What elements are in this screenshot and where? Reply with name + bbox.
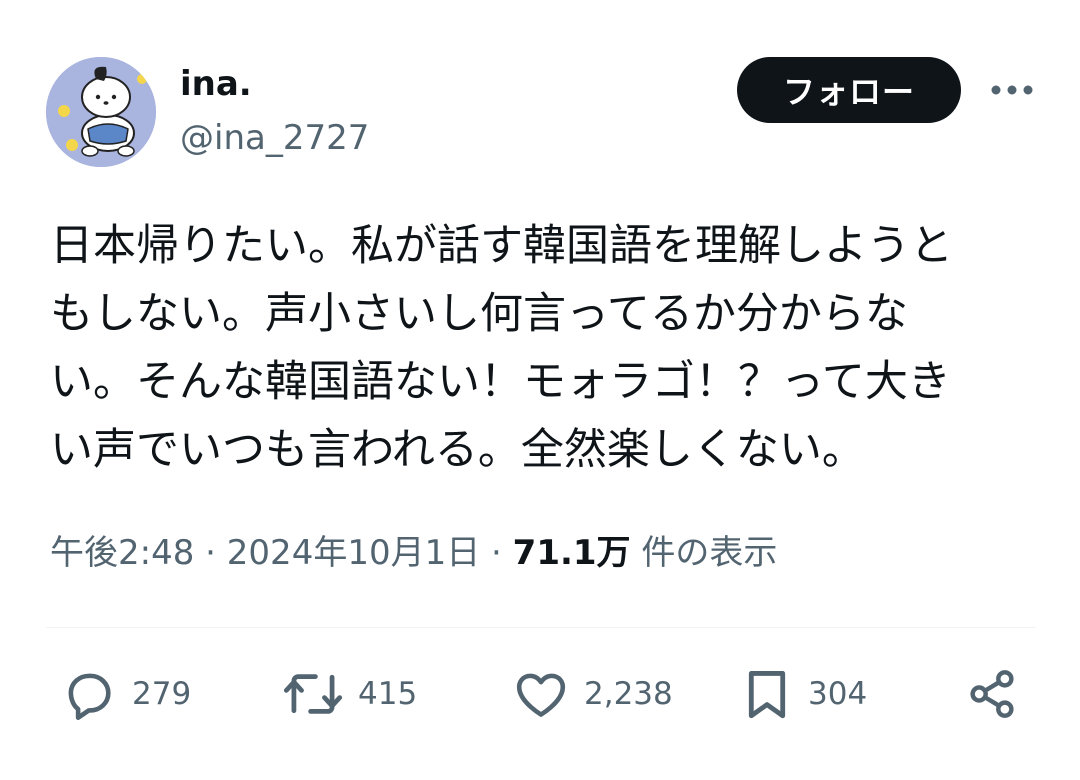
bookmark-count: 304	[808, 676, 868, 712]
bookmark-button[interactable]: 304	[740, 664, 867, 724]
tweet-time[interactable]: 午後2:48	[50, 533, 194, 573]
meta-separator: ·	[205, 533, 216, 573]
reply-button[interactable]: 279	[60, 664, 191, 724]
share-icon	[970, 670, 1014, 718]
tweet-meta: 午後2:48 · 2024年10月1日 · 71.1万 件の表示	[50, 530, 777, 576]
user-handle[interactable]: @ina_2727	[180, 116, 369, 160]
more-dots-icon	[991, 85, 1033, 95]
heart-icon	[516, 673, 566, 717]
views-label: 件の表示	[641, 533, 778, 573]
tweet-text-line: い声でいつも言われる。全然楽しくない。	[50, 425, 865, 475]
share-button[interactable]	[964, 664, 1020, 724]
tweet-text: 日本帰りたい。私が話す韓国語を理解しようと もしない。声小さいし何言ってるか分か…	[50, 212, 1040, 484]
meta-separator: ·	[491, 533, 502, 573]
repost-count: 415	[358, 676, 418, 712]
follow-button[interactable]: フォロー	[737, 57, 961, 123]
repost-button[interactable]: 415	[282, 664, 417, 724]
repost-icon	[283, 674, 343, 714]
reply-icon	[68, 673, 111, 720]
bookmark-icon	[748, 671, 786, 719]
divider	[46, 627, 1036, 628]
avatar[interactable]	[46, 57, 156, 167]
tweet-text-line: もしない。声小さいし何言ってるか分からな	[50, 289, 908, 339]
pochacco-avatar-icon	[46, 57, 156, 167]
tweet-date[interactable]: 2024年10月1日	[227, 533, 480, 573]
views-count: 71.1万	[512, 533, 631, 573]
reply-count: 279	[132, 676, 192, 712]
like-button[interactable]: 2,238	[512, 664, 673, 724]
like-count: 2,238	[584, 676, 673, 712]
more-options-button[interactable]	[982, 70, 1042, 110]
display-name[interactable]: ina.	[180, 62, 252, 106]
tweet-text-line: 日本帰りたい。私が話す韓国語を理解しようと	[50, 221, 953, 271]
tweet-text-line: い。そんな韓国語ない！モォラゴ！？って大き	[50, 357, 951, 407]
